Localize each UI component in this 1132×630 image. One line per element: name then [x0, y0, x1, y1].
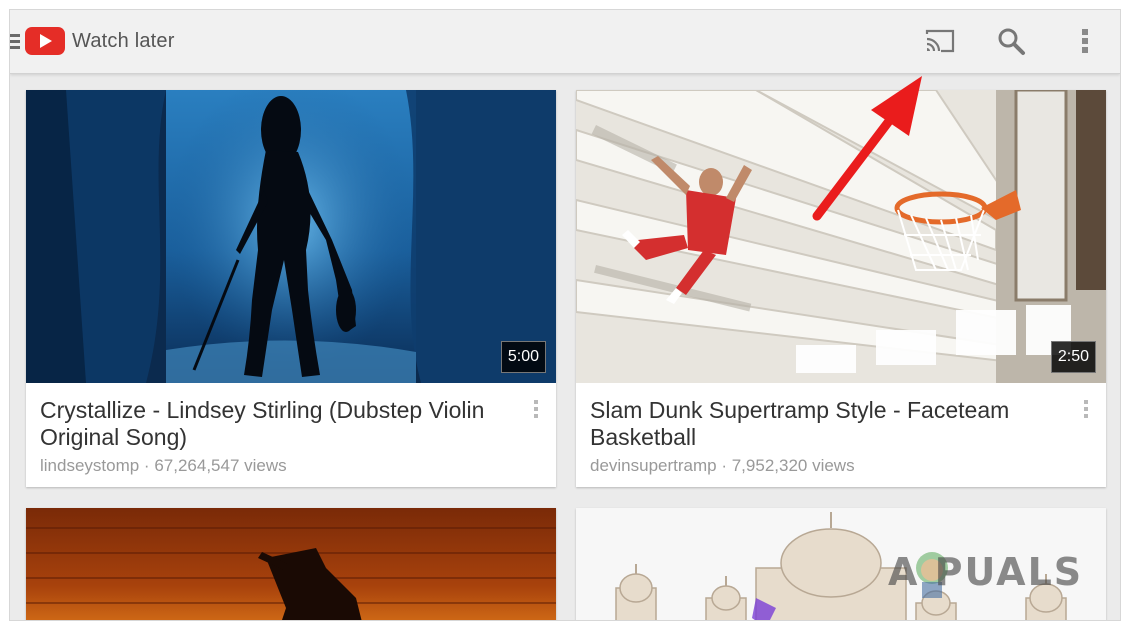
cast-button[interactable] [922, 23, 958, 59]
page-title: Watch later [72, 30, 175, 52]
video-duration: 5:00 [500, 341, 546, 373]
video-title[interactable]: Crystallize - Lindsey Stirling (Dubstep … [40, 397, 500, 451]
video-duration: 2:50 [1050, 341, 1096, 373]
card-menu-icon[interactable] [532, 400, 540, 422]
search-icon [998, 28, 1025, 55]
card-menu-icon[interactable] [1082, 400, 1090, 422]
video-meta: devinsupertramp · 7,952,320 views [590, 456, 855, 475]
app-screen: Watch later 5:00 Crystallize - Lindsey S… [10, 10, 1120, 620]
video-card[interactable]: 5:00 Crystallize - Lindsey Stirling (Dub… [26, 90, 556, 487]
video-meta: lindseystomp · 67,264,547 views [40, 456, 287, 475]
video-thumbnail[interactable]: 5:00 [26, 90, 556, 383]
more-options-button[interactable] [1067, 23, 1103, 59]
video-thumbnail[interactable]: 2:50 [576, 90, 1106, 383]
video-card[interactable] [26, 508, 556, 620]
hamburger-menu-icon[interactable] [10, 34, 20, 50]
thumbnail-image [576, 90, 1106, 383]
cast-icon [925, 29, 955, 53]
video-info: Crystallize - Lindsey Stirling (Dubstep … [26, 383, 556, 487]
youtube-logo[interactable] [25, 27, 65, 55]
more-vert-icon [1082, 29, 1088, 53]
watermark-text: A PUALS [888, 550, 1084, 594]
search-button[interactable] [993, 23, 1029, 59]
video-card[interactable]: 2:50 Slam Dunk Supertramp Style - Facete… [576, 90, 1106, 487]
thumbnail-image [26, 90, 556, 383]
thumbnail-image [26, 508, 556, 620]
video-thumbnail[interactable] [26, 508, 556, 620]
video-title[interactable]: Slam Dunk Supertramp Style - Faceteam Ba… [590, 397, 1050, 451]
app-bar: Watch later [10, 10, 1120, 74]
video-info: Slam Dunk Supertramp Style - Faceteam Ba… [576, 383, 1106, 487]
